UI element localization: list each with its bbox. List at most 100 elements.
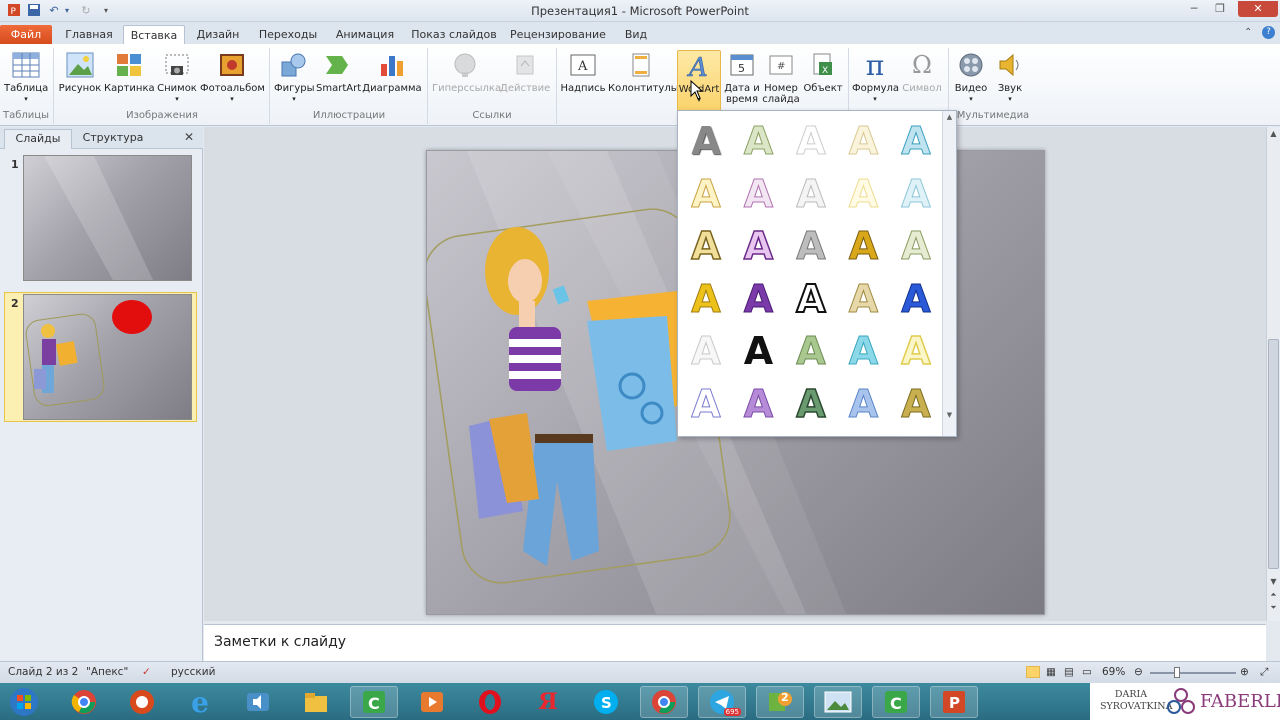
tab-transitions[interactable]: Переходы bbox=[256, 25, 320, 45]
scroll-up-icon[interactable]: ▲ bbox=[1268, 129, 1279, 139]
prev-slide-icon[interactable]: ⏶ bbox=[1268, 590, 1279, 600]
wordart-style-6-1[interactable]: A bbox=[682, 380, 730, 428]
tab-slideshow[interactable]: Показ слайдов bbox=[410, 25, 498, 45]
skype-icon[interactable]: S bbox=[582, 686, 630, 718]
close-icon[interactable]: ✕ bbox=[1238, 1, 1278, 17]
tab-design[interactable]: Дизайн bbox=[192, 25, 244, 45]
zoom-slider-handle[interactable] bbox=[1174, 667, 1180, 678]
chrome-window-icon[interactable] bbox=[640, 686, 688, 718]
wordart-style-3-4[interactable]: A bbox=[840, 222, 888, 270]
wordart-style-1-3[interactable]: A bbox=[787, 117, 835, 165]
wordart-style-1-4[interactable]: A bbox=[840, 117, 888, 165]
wordart-style-5-5[interactable]: A bbox=[892, 327, 940, 375]
camtasia-icon[interactable]: C bbox=[350, 686, 398, 718]
symbol-button[interactable]: Ω Символ bbox=[900, 50, 944, 112]
table-button[interactable]: Таблица ▾ bbox=[4, 50, 48, 112]
wordart-style-2-1[interactable]: A bbox=[682, 170, 730, 218]
wordart-style-6-2[interactable]: A bbox=[735, 380, 783, 428]
zoom-in-icon[interactable]: ⊕ bbox=[1240, 666, 1249, 678]
textbox-button[interactable]: A Надпись bbox=[560, 50, 606, 112]
gallery-scrollbar[interactable]: ▲ ▼ bbox=[942, 111, 956, 436]
restore-icon[interactable]: ❐ bbox=[1208, 1, 1232, 17]
scrollbar-thumb[interactable] bbox=[1268, 339, 1279, 569]
wordart-style-4-3[interactable]: A bbox=[787, 275, 835, 323]
wordart-style-4-5[interactable]: A bbox=[892, 275, 940, 323]
slide-number-button[interactable]: # Номер слайда bbox=[762, 50, 800, 112]
smartart-button[interactable]: SmartArt bbox=[316, 50, 361, 112]
fit-slide-icon[interactable]: ⤢ bbox=[1260, 666, 1268, 679]
minimize-icon[interactable]: ─ bbox=[1182, 1, 1206, 17]
tab-animations[interactable]: Анимация bbox=[332, 25, 398, 45]
wordart-style-2-2[interactable]: A bbox=[735, 170, 783, 218]
wordart-style-3-1[interactable]: A bbox=[682, 222, 730, 270]
next-slide-icon[interactable]: ⏷ bbox=[1268, 603, 1279, 613]
file-explorer-icon[interactable] bbox=[292, 686, 340, 718]
tab-file[interactable]: Файл bbox=[0, 25, 52, 45]
wordart-style-6-5[interactable]: A bbox=[892, 380, 940, 428]
chart-button[interactable]: Диаграмма bbox=[362, 50, 422, 112]
tab-outline[interactable]: Структура bbox=[74, 129, 152, 149]
canvas-vertical-scrollbar[interactable]: ▲ ▼ ⏶ ⏷ bbox=[1266, 127, 1280, 621]
tab-slides[interactable]: Слайды bbox=[4, 129, 72, 149]
wordart-style-3-3[interactable]: A bbox=[787, 222, 835, 270]
slideshow-view-icon[interactable]: ▭ bbox=[1082, 666, 1092, 678]
minimize-ribbon-icon[interactable]: ⌃ bbox=[1244, 27, 1252, 38]
datetime-button[interactable]: 5 Дата и время bbox=[723, 50, 761, 112]
chrome-icon[interactable] bbox=[60, 686, 108, 718]
tab-insert[interactable]: Вставка bbox=[123, 25, 185, 45]
wordart-style-4-2[interactable]: A bbox=[735, 275, 783, 323]
reading-view-icon[interactable]: ▤ bbox=[1064, 666, 1074, 678]
zoom-level[interactable]: 69% bbox=[1102, 666, 1125, 678]
wordart-style-1-5[interactable]: A bbox=[892, 117, 940, 165]
yandex-icon[interactable]: Я bbox=[524, 686, 572, 718]
picture-button[interactable]: Рисунок bbox=[58, 50, 102, 112]
wordart-style-4-1[interactable]: A bbox=[682, 275, 730, 323]
action-button[interactable]: Действие bbox=[500, 50, 550, 112]
gallery-scroll-up-icon[interactable]: ▲ bbox=[944, 113, 955, 121]
close-panel-icon[interactable]: ✕ bbox=[184, 130, 194, 144]
hyperlink-button[interactable]: Гиперссылка bbox=[432, 50, 501, 112]
screenshot-button[interactable]: Снимок ▾ bbox=[156, 50, 198, 112]
normal-view-icon[interactable] bbox=[1026, 666, 1040, 678]
volume-app-icon[interactable] bbox=[234, 686, 282, 718]
antivirus-icon[interactable] bbox=[118, 686, 166, 718]
internet-explorer-icon[interactable]: e bbox=[176, 686, 224, 719]
tab-view[interactable]: Вид bbox=[618, 25, 654, 45]
opera-icon[interactable] bbox=[466, 686, 514, 718]
wordart-style-5-4[interactable]: A bbox=[840, 327, 888, 375]
photoalbum-button[interactable]: Фотоальбом ▾ bbox=[200, 50, 265, 112]
object-button[interactable]: X Объект bbox=[802, 50, 844, 112]
slide-thumbnail-1[interactable] bbox=[23, 155, 192, 281]
wordart-style-5-1[interactable]: A bbox=[682, 327, 730, 375]
image-viewer-icon[interactable] bbox=[814, 686, 862, 718]
video-button[interactable]: Видео ▾ bbox=[952, 50, 990, 112]
zoom-out-icon[interactable]: ⊖ bbox=[1134, 666, 1143, 678]
tab-review[interactable]: Рецензирование bbox=[510, 25, 606, 45]
scroll-down-icon[interactable]: ▼ bbox=[1268, 577, 1279, 587]
help-icon[interactable]: ? bbox=[1262, 26, 1275, 39]
start-button[interactable] bbox=[4, 686, 44, 718]
camtasia-recorder-icon[interactable]: C bbox=[872, 686, 920, 718]
wordart-style-3-2[interactable]: A bbox=[735, 222, 783, 270]
wordart-style-6-3[interactable]: A bbox=[787, 380, 835, 428]
wordart-style-1-2[interactable]: A bbox=[735, 117, 783, 165]
slide-thumbnail-2[interactable] bbox=[23, 294, 192, 420]
shapes-button[interactable]: Фигуры ▾ bbox=[274, 50, 315, 112]
notes-app-icon[interactable]: 2 bbox=[756, 686, 804, 718]
wordart-style-3-5[interactable]: A bbox=[892, 222, 940, 270]
audio-button[interactable]: Звук ▾ bbox=[992, 50, 1028, 112]
wordart-style-2-4[interactable]: A bbox=[840, 170, 888, 218]
powerpoint-taskbar-icon[interactable]: P bbox=[930, 686, 978, 718]
equation-button[interactable]: π Формула ▾ bbox=[852, 49, 899, 112]
media-player-icon[interactable] bbox=[408, 686, 456, 718]
tab-home[interactable]: Главная bbox=[60, 25, 118, 45]
language[interactable]: русский bbox=[171, 666, 215, 678]
slide-sorter-icon[interactable]: ▦ bbox=[1046, 666, 1056, 678]
notes-pane[interactable]: Заметки к слайду bbox=[204, 624, 1266, 661]
wordart-style-5-2[interactable]: A bbox=[735, 327, 783, 375]
spellcheck-icon[interactable]: ✓ bbox=[142, 666, 151, 678]
header-footer-button[interactable]: Колонтитулы bbox=[608, 50, 679, 112]
clipart-button[interactable]: Картинка bbox=[104, 50, 155, 112]
wordart-style-6-4[interactable]: A bbox=[840, 380, 888, 428]
wordart-style-2-5[interactable]: A bbox=[892, 170, 940, 218]
